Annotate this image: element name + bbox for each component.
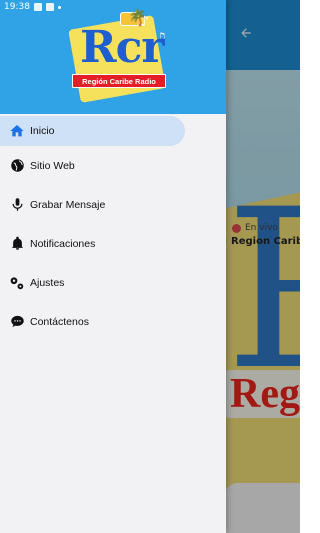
logo-banner: Región Caribe Radio: [72, 74, 166, 88]
dot-icon: [57, 5, 61, 9]
home-icon: [8, 122, 26, 140]
status-time: 19:38: [4, 2, 30, 12]
globe-icon: [8, 157, 26, 175]
image-icon: [45, 3, 54, 11]
drawer-header: 19:38 🌴 ♪ ♫ Rcr Región Caribe Radio: [0, 0, 226, 114]
logo-letters: Rcr: [80, 22, 165, 73]
navigation-drawer: 19:38 🌴 ♪ ♫ Rcr Región Caribe Radio Inic…: [0, 0, 226, 533]
station-logo: 🌴 ♪ ♫ Rcr Región Caribe Radio: [60, 8, 170, 106]
microphone-icon: [8, 196, 26, 214]
notification-icon: [33, 3, 42, 11]
status-bar: 19:38: [0, 0, 226, 14]
bell-icon: [8, 235, 26, 253]
menu-item-label: Inicio: [30, 125, 55, 137]
menu-item-inicio[interactable]: Inicio: [0, 116, 185, 146]
menu-item-ajustes[interactable]: Ajustes: [0, 263, 226, 302]
menu-item-contactenos[interactable]: Contáctenos: [0, 302, 226, 341]
menu-item-label: Ajustes: [30, 276, 65, 289]
menu-item-sitio-web[interactable]: Sitio Web: [0, 146, 226, 185]
menu-item-label: Grabar Mensaje: [30, 198, 106, 211]
menu-item-label: Contáctenos: [30, 315, 89, 328]
drawer-menu: Inicio Sitio Web Grabar Mensaje Notifica…: [0, 114, 226, 341]
chat-bubble-icon: [8, 313, 26, 331]
menu-item-label: Sitio Web: [30, 159, 75, 172]
menu-item-label: Notificaciones: [30, 237, 96, 250]
menu-item-grabar-mensaje[interactable]: Grabar Mensaje: [0, 185, 226, 224]
gears-icon: [8, 274, 26, 292]
menu-item-notificaciones[interactable]: Notificaciones: [0, 224, 226, 263]
